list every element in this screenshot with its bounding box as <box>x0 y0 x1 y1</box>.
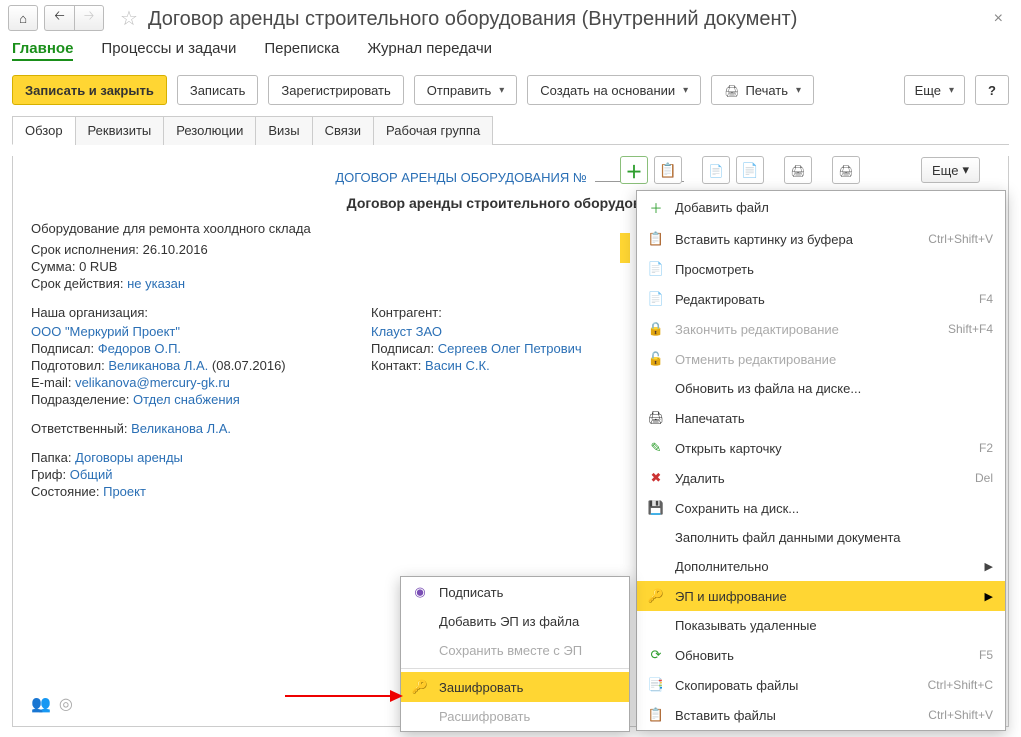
attachments-more-button[interactable]: Еще▾ <box>921 157 980 183</box>
footer-status-icons: 👥 ◎ <box>31 694 73 714</box>
cp-signed-link[interactable]: Сергеев Олег Петрович <box>438 341 582 356</box>
org-link[interactable]: ООО "Меркурий Проект" <box>31 324 180 339</box>
create-based-on-button[interactable]: Создать на основании▾ <box>527 75 701 105</box>
copy-icon: 📑 <box>647 677 665 693</box>
subtab-overview[interactable]: Обзор <box>12 116 76 145</box>
tab-main[interactable]: Главное <box>12 40 73 61</box>
menu-view[interactable]: 📄Просмотреть <box>637 254 1005 284</box>
clipboard-icon: 📋 <box>647 231 665 247</box>
menu-print-item[interactable]: 🖨Напечатать <box>637 403 1005 433</box>
subtab-resolutions[interactable]: Резолюции <box>163 116 256 145</box>
pencil-icon: ✎ <box>647 440 665 456</box>
stamp-icon: ◉ <box>411 584 429 600</box>
menu-open-card[interactable]: ✎Открыть карточкуF2 <box>637 433 1005 463</box>
delete-icon: ✖ <box>647 470 665 486</box>
more-button[interactable]: Еще▾ <box>904 75 965 105</box>
forward-button[interactable]: 🡢 <box>74 5 104 31</box>
save-button[interactable]: Записать <box>177 75 259 105</box>
annotation-arrow <box>285 686 405 706</box>
ep-crypto-submenu: ◉Подписать Добавить ЭП из файла Сохранит… <box>400 576 630 732</box>
stamp-link[interactable]: Общий <box>70 467 113 482</box>
close-button[interactable]: × <box>994 10 1003 28</box>
print-button[interactable]: Печать▾ <box>711 75 814 105</box>
menu-show-deleted[interactable]: Показывать удаленные <box>637 611 1005 640</box>
subtab-requisites[interactable]: Реквизиты <box>75 116 165 145</box>
attachments-more-menu: ＋Добавить файл 📋Вставить картинку из буф… <box>636 190 1006 731</box>
back-button[interactable]: 🡠 <box>44 5 74 31</box>
help-button[interactable]: ? <box>975 75 1009 105</box>
tab-processes[interactable]: Процессы и задачи <box>101 40 236 61</box>
validity-link[interactable]: не указан <box>127 276 185 291</box>
menu-cancel-edit: 🔓Отменить редактирование <box>637 344 1005 374</box>
menu-additional[interactable]: Дополнительно▶ <box>637 552 1005 581</box>
edit-page-icon: 📄 <box>647 291 665 307</box>
email-link[interactable]: velikanova@mercury-gk.ru <box>75 375 230 390</box>
submenu-decrypt: Расшифровать <box>401 702 629 731</box>
print-icon-button[interactable] <box>784 156 812 184</box>
subtab-visas[interactable]: Визы <box>255 116 312 145</box>
org-section-title: Наша организация: <box>31 305 331 320</box>
sub-tabs: Обзор Реквизиты Резолюции Визы Связи Раб… <box>12 115 1009 145</box>
attachments-toolbar: ＋ 📋 📄 Еще▾ <box>620 156 980 184</box>
menu-refresh[interactable]: ⟳ОбновитьF5 <box>637 640 1005 670</box>
view-icon-button[interactable] <box>702 156 730 184</box>
prepared-by-link[interactable]: Великанова Л.А. <box>108 358 208 373</box>
chevron-right-icon: ▶ <box>985 560 993 573</box>
users-icon[interactable]: 👥 <box>31 694 51 714</box>
subtab-links[interactable]: Связи <box>312 116 374 145</box>
menu-update-from-disk[interactable]: Обновить из файла на диске... <box>637 374 1005 403</box>
plus-icon: ＋ <box>647 198 665 217</box>
folder-link[interactable]: Договоры аренды <box>75 450 183 465</box>
menu-copy-files[interactable]: 📑Скопировать файлыCtrl+Shift+C <box>637 670 1005 700</box>
unlock-icon: 🔓 <box>647 351 665 367</box>
printer-icon <box>724 83 739 98</box>
key-icon: 🔑 <box>411 679 429 695</box>
edit-icon-button[interactable]: 📄 <box>736 156 764 184</box>
signed-by-link[interactable]: Федоров О.П. <box>98 341 181 356</box>
selected-attachment-marker <box>620 233 630 263</box>
page-icon: 📄 <box>647 261 665 277</box>
refresh-icon: ⟳ <box>647 647 665 663</box>
cp-contact-link[interactable]: Васин С.К. <box>425 358 490 373</box>
menu-paste-image[interactable]: 📋Вставить картинку из буфераCtrl+Shift+V <box>637 224 1005 254</box>
toolbar: Записать и закрыть Записать Зарегистриро… <box>0 71 1021 115</box>
subtab-workgroup[interactable]: Рабочая группа <box>373 116 493 145</box>
state-link[interactable]: Проект <box>103 484 146 499</box>
lock-icon: 🔒 <box>647 321 665 337</box>
tab-transfer-log[interactable]: Журнал передачи <box>367 40 492 61</box>
print2-icon-button[interactable] <box>832 156 860 184</box>
contractor-title: Контрагент: <box>371 305 671 320</box>
submenu-add-ep[interactable]: Добавить ЭП из файла <box>401 607 629 636</box>
paste-icon: 📋 <box>647 707 665 723</box>
register-button[interactable]: Зарегистрировать <box>268 75 403 105</box>
home-button[interactable]: ⌂ <box>8 5 38 31</box>
submenu-encrypt[interactable]: 🔑Зашифровать <box>401 672 629 702</box>
menu-finish-edit: 🔒Закончить редактированиеShift+F4 <box>637 314 1005 344</box>
main-tabs: Главное Процессы и задачи Переписка Журн… <box>0 36 1021 71</box>
printer-icon: 🖨 <box>647 410 665 426</box>
key-icon: 🔑 <box>647 588 665 604</box>
menu-save-disk[interactable]: 💾Сохранить на диск... <box>637 493 1005 523</box>
contractor-link[interactable]: Клауст ЗАО <box>371 324 442 339</box>
submenu-save-with-ep: Сохранить вместе с ЭП <box>401 636 629 665</box>
responsible-link[interactable]: Великанова Л.А. <box>131 421 231 436</box>
send-button[interactable]: Отправить▾ <box>414 75 518 105</box>
menu-add-file[interactable]: ＋Добавить файл <box>637 191 1005 224</box>
submenu-sign[interactable]: ◉Подписать <box>401 577 629 607</box>
stamp-icon[interactable]: ◎ <box>59 694 73 714</box>
menu-fill-data[interactable]: Заполнить файл данными документа <box>637 523 1005 552</box>
add-file-icon-button[interactable]: ＋ <box>620 156 648 184</box>
tab-correspondence[interactable]: Переписка <box>264 40 339 61</box>
scan-icon-button[interactable]: 📋 <box>654 156 682 184</box>
save-and-close-button[interactable]: Записать и закрыть <box>12 75 167 105</box>
chevron-right-icon: ▶ <box>985 590 993 603</box>
dept-link[interactable]: Отдел снабжения <box>133 392 240 407</box>
page-title: Договор аренды строительного оборудовани… <box>148 8 797 31</box>
menu-paste-files[interactable]: 📋Вставить файлыCtrl+Shift+V <box>637 700 1005 730</box>
menu-edit[interactable]: 📄РедактироватьF4 <box>637 284 1005 314</box>
menu-delete[interactable]: ✖УдалитьDel <box>637 463 1005 493</box>
favorite-star-icon[interactable]: ☆ <box>120 6 138 31</box>
save-icon: 💾 <box>647 500 665 516</box>
menu-ep-crypto[interactable]: 🔑ЭП и шифрование▶ <box>637 581 1005 611</box>
